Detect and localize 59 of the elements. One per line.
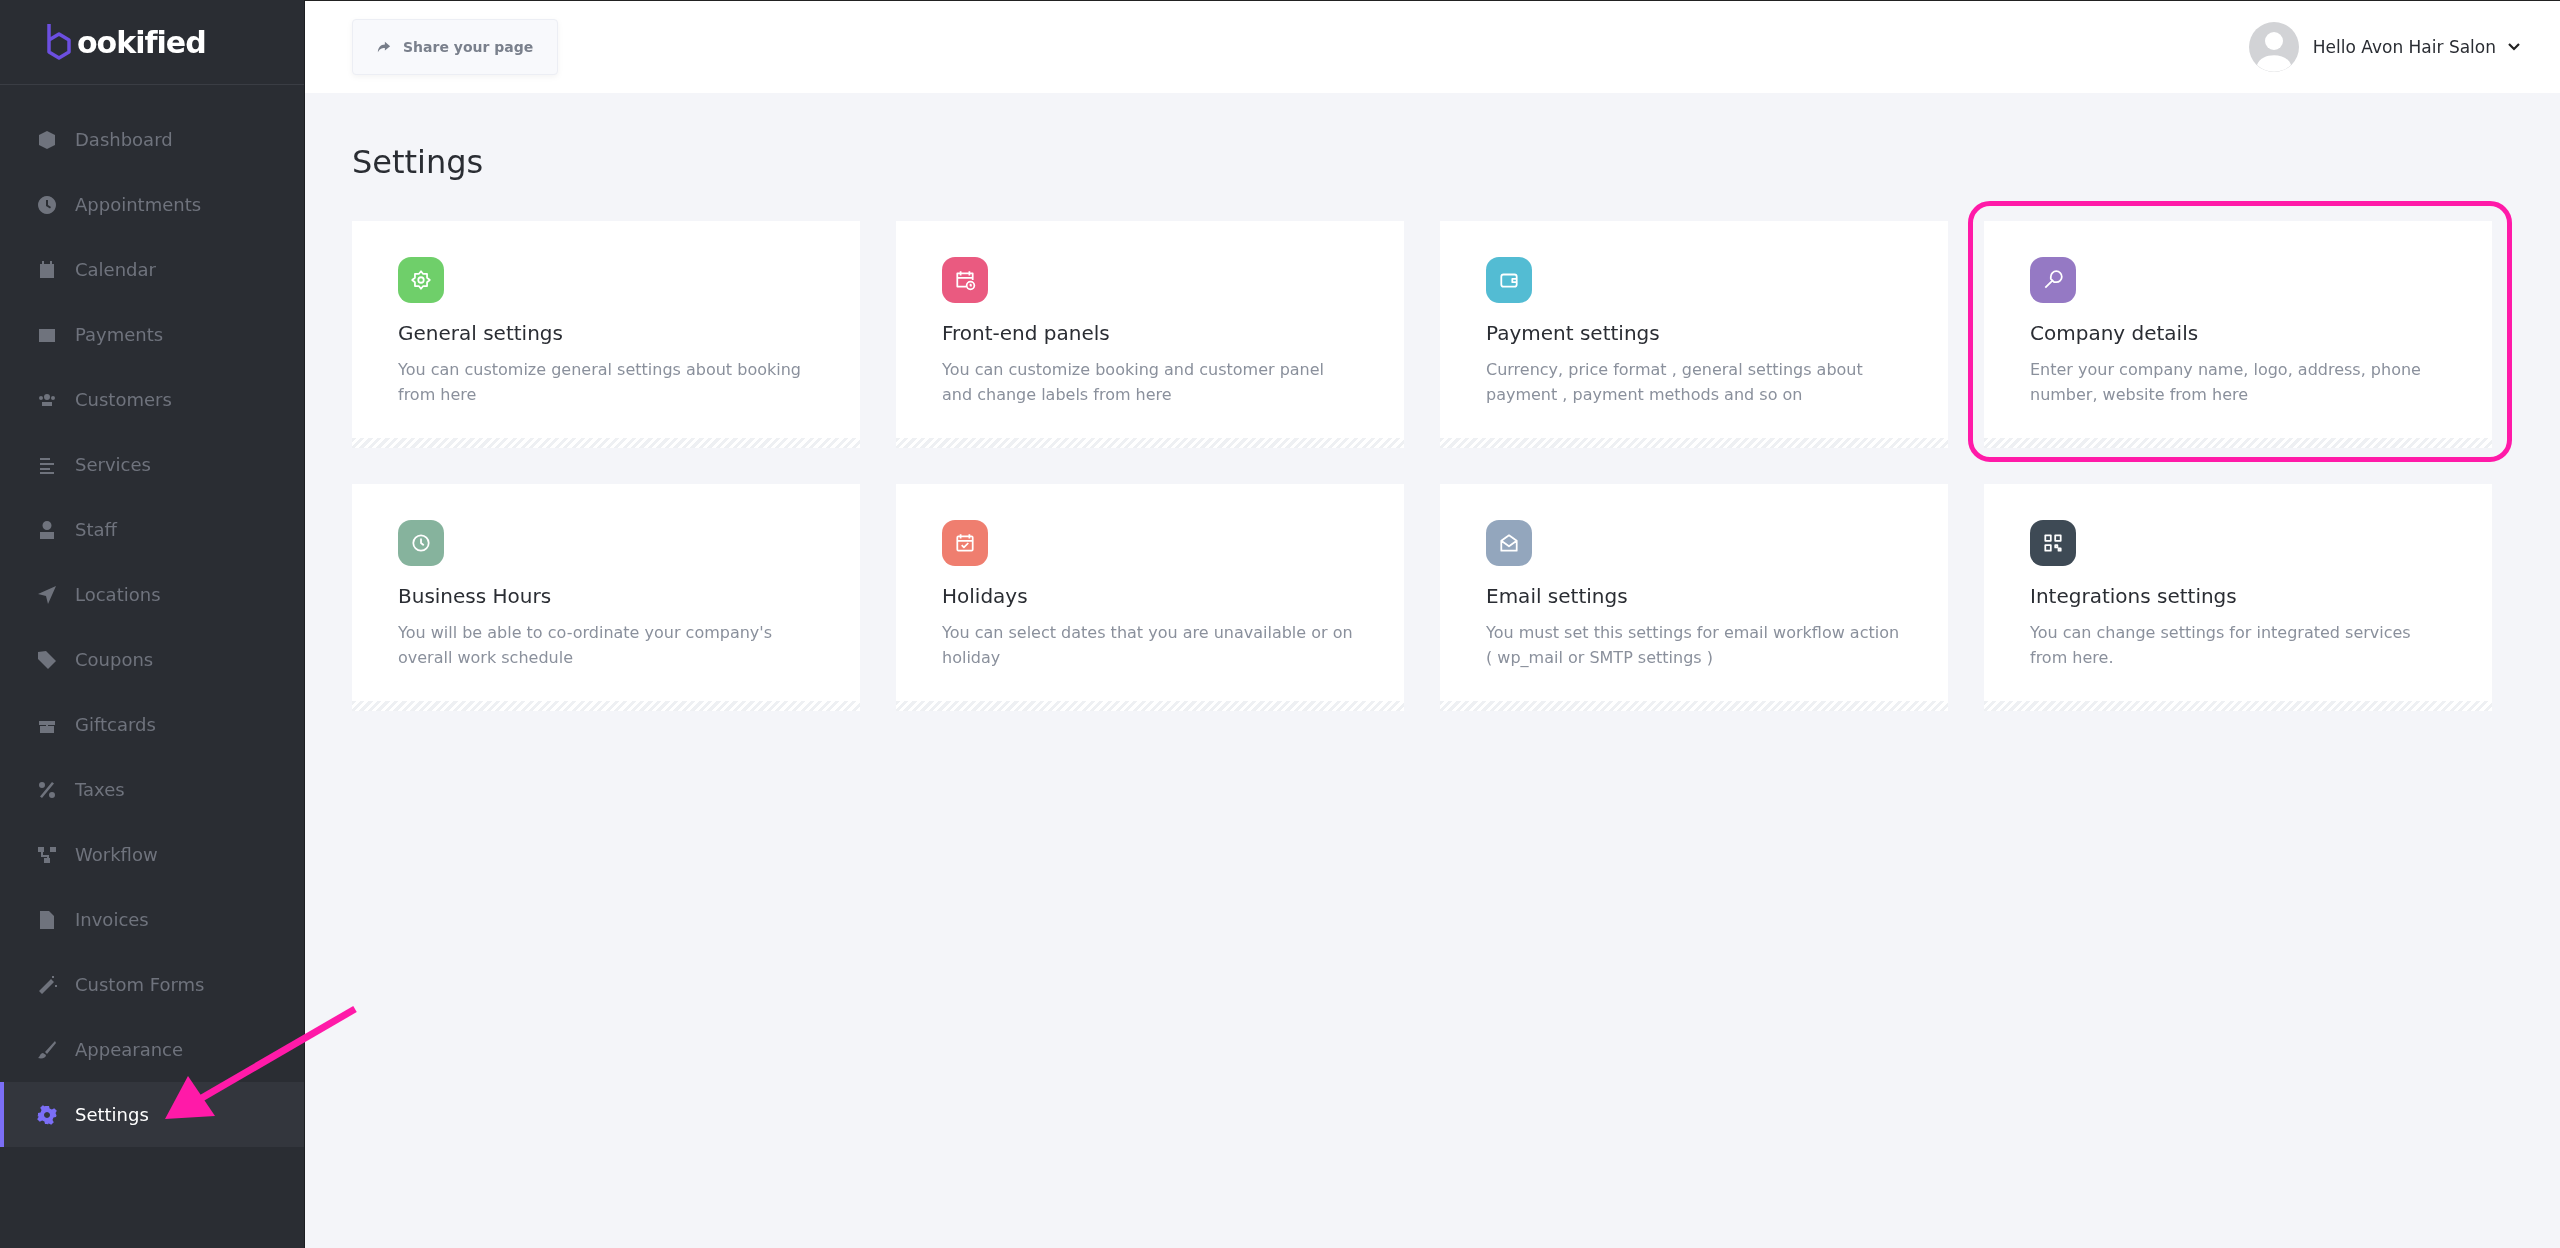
card-title: Front-end panels — [942, 321, 1111, 345]
magic-wand-icon — [37, 974, 57, 995]
sidebar-item[interactable]: Dashboard — [0, 107, 304, 172]
gear-icon — [37, 1104, 57, 1125]
settings-card[interactable]: Front-end panels You can customize booking and customer panel and change labels from here — [896, 221, 1404, 448]
card-description: You can customize booking and customer panel and change labels from here — [942, 359, 1326, 406]
sidebar-item[interactable]: Customers — [0, 367, 304, 432]
user-menu[interactable]: Hello Avon Hair Salon — [2312, 37, 2520, 57]
avatar-icon — [2248, 22, 2299, 72]
sidebar-item[interactable]: Services — [0, 432, 304, 497]
sidebar-item[interactable]: Taxes — [0, 757, 304, 822]
flowchart-icon — [37, 844, 57, 865]
card-description: You can select dates that you are unavailable or on holiday — [942, 622, 1354, 669]
card-title: Company details — [2030, 321, 2200, 345]
page-title: Settings — [352, 143, 485, 181]
card-description: You will be able to co-ordinate your company's overall work schedule — [398, 622, 774, 669]
sidebar-item[interactable]: Invoices — [0, 887, 304, 952]
calendar-icon — [37, 259, 57, 280]
clock-icon — [37, 194, 57, 215]
sidebar-item[interactable]: Appointments — [0, 172, 304, 237]
percent-icon — [37, 779, 57, 800]
sidebar-item[interactable]: Appearance — [0, 1017, 304, 1082]
settings-card[interactable]: Company details Enter your company name, logo, address, phone number, website from here — [1984, 221, 2492, 448]
document-icon — [37, 909, 57, 930]
card-title: Holidays — [942, 584, 1029, 608]
card-title: Payment settings — [1486, 321, 1661, 345]
chevron-down-icon — [2508, 43, 2520, 51]
card-description: Currency, price format , general settings about payment , payment methods and so on — [1486, 359, 1864, 406]
sidebar-item[interactable]: Coupons — [0, 627, 304, 692]
tag-icon — [37, 649, 57, 670]
card-title: Business Hours — [398, 584, 553, 608]
settings-card[interactable]: Business Hours You will be able to co-ordinate your company's overall work schedule — [352, 484, 860, 711]
sidebar-item[interactable]: Workflow — [0, 822, 304, 887]
sidebar-item[interactable]: Calendar — [0, 237, 304, 302]
sidebar-item[interactable]: Payments — [0, 302, 304, 367]
sidebar-item[interactable]: Staff — [0, 497, 304, 562]
sidebar-item[interactable]: Locations — [0, 562, 304, 627]
card-description: Enter your company name, logo, address, phone number, website from here — [2030, 359, 2422, 406]
settings-card[interactable]: Payment settings Currency, price format , general settings about payment , payment methods and so on — [1440, 221, 1948, 448]
sidebar-item[interactable]: Giftcards — [0, 692, 304, 757]
paper-plane-icon — [37, 584, 57, 605]
card-description: You can change settings for integrated services from here. — [2030, 622, 2412, 669]
settings-card[interactable]: Integrations settings You can change settings for integrated services from here. — [1984, 484, 2492, 711]
sidebar-item[interactable]: Custom Forms — [0, 952, 304, 1017]
share-button[interactable]: Share your page — [352, 19, 559, 75]
user-icon — [37, 519, 57, 540]
card-title: General settings — [398, 321, 564, 345]
card-description: You must set this settings for email workflow action ( wp_mail or SMTP settings ) — [1486, 622, 1901, 669]
logo-text: ookified — [77, 24, 206, 60]
sidebar-item[interactable]: Settings — [0, 1082, 304, 1147]
settings-card[interactable]: Email settings You must set this settings for email workflow action ( wp_mail or SMTP settings ) — [1440, 484, 1948, 711]
settings-card[interactable]: Holidays You can select dates that you are unavailable or on holiday — [896, 484, 1404, 711]
settings-card[interactable]: General settings You can customize general settings about booking from here — [352, 221, 860, 448]
card-description: You can customize general settings about booking from here — [398, 359, 802, 406]
logo-icon — [45, 22, 73, 62]
card-title: Integrations settings — [2030, 584, 2238, 608]
share-icon — [377, 40, 391, 54]
card-title: Email settings — [1486, 584, 1629, 608]
brush-icon — [37, 1039, 57, 1060]
